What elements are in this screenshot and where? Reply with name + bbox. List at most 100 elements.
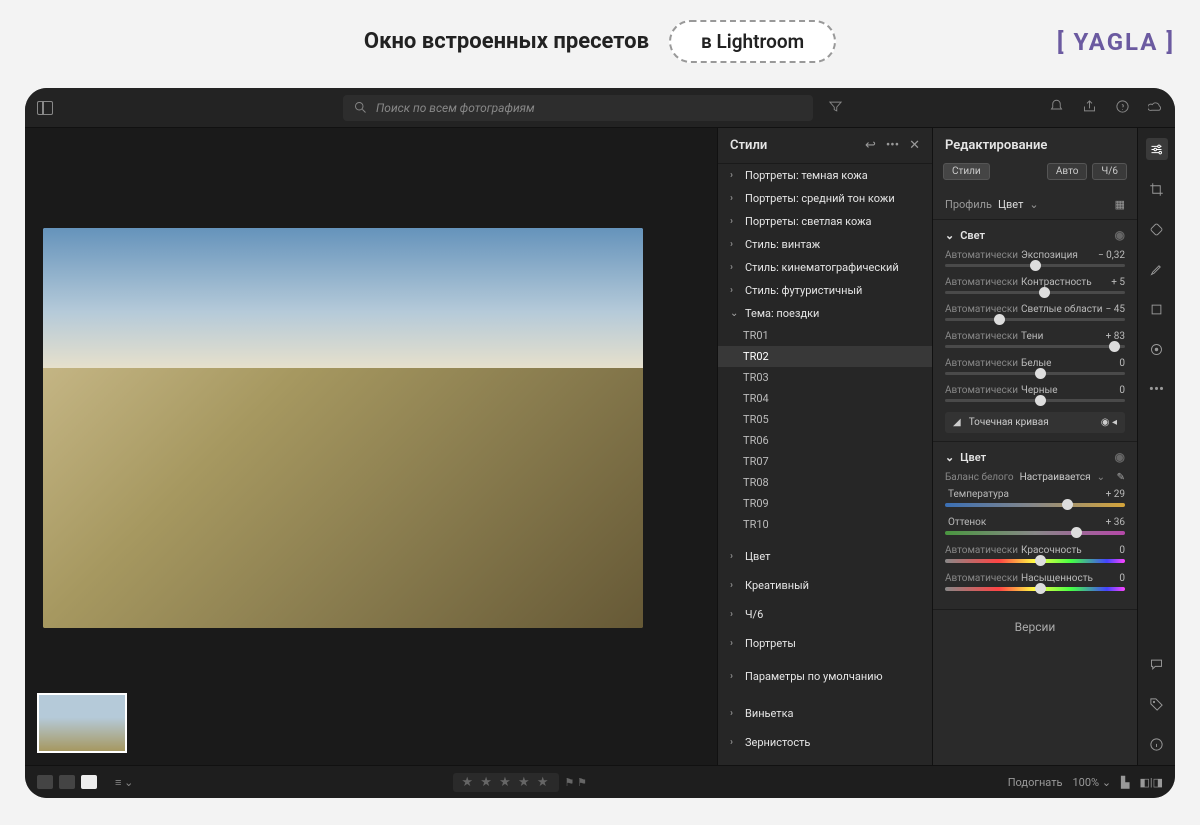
more-tools-icon[interactable]: ••• <box>1146 378 1168 400</box>
adjust-tool-icon[interactable] <box>1146 138 1168 160</box>
eyedropper-icon[interactable]: ✎ <box>1117 472 1125 483</box>
brush-tool-icon[interactable] <box>1146 258 1168 280</box>
close-icon[interactable]: ✕ <box>909 138 920 153</box>
slider-Черные[interactable]: Автоматически Черные0 <box>945 385 1125 402</box>
preset-item[interactable]: TR05 <box>718 409 932 430</box>
slider-vibrance[interactable]: АвтоматическиКрасочность0 <box>945 545 1125 563</box>
preset-group[interactable]: ›Портреты: средний тон кожи <box>718 187 932 210</box>
slider-Светлые области[interactable]: Автоматически Светлые области− 45 <box>945 304 1125 321</box>
light-section: ⌄Свет◉ Автоматически Экспозиция− 0,32 Авт… <box>933 219 1137 441</box>
edit-title: Редактирование <box>933 128 1137 163</box>
preset-group[interactable]: ›Зернистость <box>718 731 932 754</box>
header-pill: в Lightroom <box>669 20 836 63</box>
preset-item[interactable]: TR03 <box>718 367 932 388</box>
sort-control[interactable]: ≡ ⌄ <box>115 776 133 789</box>
preset-item[interactable]: TR07 <box>718 451 932 472</box>
preset-defaults[interactable]: ›Параметры по умолчанию <box>718 665 932 688</box>
detail-view-icon[interactable] <box>81 775 97 789</box>
view-mode-switch[interactable] <box>37 775 97 789</box>
preset-group[interactable]: ›Стиль: футуристичный <box>718 279 932 302</box>
cloud-icon[interactable] <box>1148 99 1163 117</box>
help-icon[interactable] <box>1115 99 1130 117</box>
preset-item[interactable]: TR02 <box>718 346 932 367</box>
preset-item[interactable]: TR10 <box>718 514 932 535</box>
flag-toggles[interactable]: ⚑ ⚑ <box>565 776 587 789</box>
rating-stars[interactable]: ★ ★ ★ ★ ★ <box>453 773 558 792</box>
preset-group[interactable]: ›Портреты <box>718 632 932 655</box>
radial-gradient-icon[interactable] <box>1146 338 1168 360</box>
share-icon[interactable] <box>1082 99 1097 117</box>
color-section-head[interactable]: ⌄Цвет◉ <box>945 450 1125 464</box>
preset-item[interactable]: TR09 <box>718 493 932 514</box>
histogram-icon[interactable]: ▙ <box>1121 776 1129 789</box>
presets-title: Стили <box>730 138 767 153</box>
preset-group[interactable]: ›Виньетка <box>718 702 932 725</box>
preset-item[interactable]: TR04 <box>718 388 932 409</box>
zoom-level[interactable]: 100% ⌄ <box>1072 776 1111 789</box>
light-section-head[interactable]: ⌄Свет◉ <box>945 228 1125 242</box>
white-balance-row[interactable]: Баланс белого Настраивается⌄ ✎ <box>945 472 1125 489</box>
color-section: ⌄Цвет◉ Баланс белого Настраивается⌄ ✎ Те… <box>933 441 1137 609</box>
lightroom-window: Поиск по всем фотографиям Стили ↩ ••• ✕ <box>25 88 1175 798</box>
curve-icon: ◢ <box>953 417 961 428</box>
header-title: Окно встроенных пресетов <box>364 29 649 54</box>
eye-icon[interactable]: ◉ ◂ <box>1101 417 1117 428</box>
panels-toggle-icon[interactable] <box>37 101 53 115</box>
preset-item[interactable]: TR08 <box>718 472 932 493</box>
heal-tool-icon[interactable] <box>1146 218 1168 240</box>
tool-rail: ••• <box>1137 128 1175 765</box>
preset-group[interactable]: ›Стиль: кинематографический <box>718 256 932 279</box>
preset-item[interactable]: TR01 <box>718 325 932 346</box>
search-placeholder: Поиск по всем фотографиям <box>376 101 535 115</box>
preset-group[interactable]: ›Портреты: светлая кожа <box>718 210 932 233</box>
topbar-right <box>1049 99 1163 117</box>
presets-panel: Стили ↩ ••• ✕ ›Портреты: темная кожа›Пор… <box>717 128 932 765</box>
fit-button[interactable]: Подогнать <box>1008 776 1063 789</box>
filmstrip-thumbnail[interactable] <box>37 693 127 753</box>
preset-item[interactable]: TR06 <box>718 430 932 451</box>
bell-icon[interactable] <box>1049 99 1064 117</box>
slider-Экспозиция[interactable]: Автоматически Экспозиция− 0,32 <box>945 250 1125 267</box>
slider-tint[interactable]: Оттенок+ 36 <box>945 517 1125 535</box>
info-icon[interactable] <box>1146 733 1168 755</box>
preview-area <box>25 128 717 765</box>
preset-group[interactable]: ›Портреты: темная кожа <box>718 164 932 187</box>
main-area: Стили ↩ ••• ✕ ›Портреты: темная кожа›Пор… <box>25 128 1175 765</box>
tag-icon[interactable] <box>1146 693 1168 715</box>
profile-row[interactable]: Профиль Цвет ⌄ ▦ <box>933 190 1137 219</box>
search-input[interactable]: Поиск по всем фотографиям <box>343 95 813 121</box>
preset-group[interactable]: ›Цвет <box>718 545 932 568</box>
crop-tool-icon[interactable] <box>1146 178 1168 200</box>
compare-view-icon[interactable] <box>59 775 75 789</box>
chip-auto[interactable]: Авто <box>1047 163 1088 180</box>
preset-group-expanded[interactable]: ⌄Тема: поездки <box>718 302 932 325</box>
grid-view-icon[interactable] <box>37 775 53 789</box>
slider-Белые[interactable]: Автоматически Белые0 <box>945 358 1125 375</box>
slider-Тени[interactable]: Автоматически Тени+ 83 <box>945 331 1125 348</box>
versions-button[interactable]: Версии <box>933 609 1137 644</box>
more-icon[interactable]: ••• <box>886 138 899 153</box>
before-after-icon[interactable]: ◧|◨ <box>1140 776 1163 789</box>
search-icon <box>353 100 368 115</box>
preview-image[interactable] <box>43 228 643 628</box>
page-header: Окно встроенных пресетов в Lightroom [ Y… <box>25 20 1175 63</box>
bottom-bar: ≡ ⌄ ★ ★ ★ ★ ★ ⚑ ⚑ Подогнать 100% ⌄ ▙ ◧|◨ <box>25 765 1175 798</box>
eye-icon[interactable]: ◉ <box>1115 228 1125 242</box>
yagla-logo: [ YAGLA ] <box>1057 28 1175 56</box>
chip-bw[interactable]: Ч/6 <box>1092 163 1127 180</box>
slider-Контрастность[interactable]: Автоматически Контрастность+ 5 <box>945 277 1125 294</box>
tone-curve-row[interactable]: ◢ Точечная кривая ◉ ◂ <box>945 412 1125 433</box>
slider-temperature[interactable]: Температура+ 29 <box>945 489 1125 507</box>
undo-icon[interactable]: ↩ <box>865 138 876 153</box>
comment-icon[interactable] <box>1146 653 1168 675</box>
profile-browser-icon[interactable]: ▦ <box>1115 198 1125 211</box>
chip-styles[interactable]: Стили <box>943 163 990 180</box>
filter-icon[interactable] <box>828 99 843 117</box>
slider-saturation[interactable]: АвтоматическиНасыщенность0 <box>945 573 1125 591</box>
preset-group[interactable]: ›Стиль: винтаж <box>718 233 932 256</box>
preset-group[interactable]: ›Ч/6 <box>718 603 932 626</box>
eye-icon[interactable]: ◉ <box>1115 450 1125 464</box>
preset-group[interactable]: ›Креативный <box>718 574 932 597</box>
presets-header: Стили ↩ ••• ✕ <box>718 128 932 164</box>
linear-gradient-icon[interactable] <box>1146 298 1168 320</box>
